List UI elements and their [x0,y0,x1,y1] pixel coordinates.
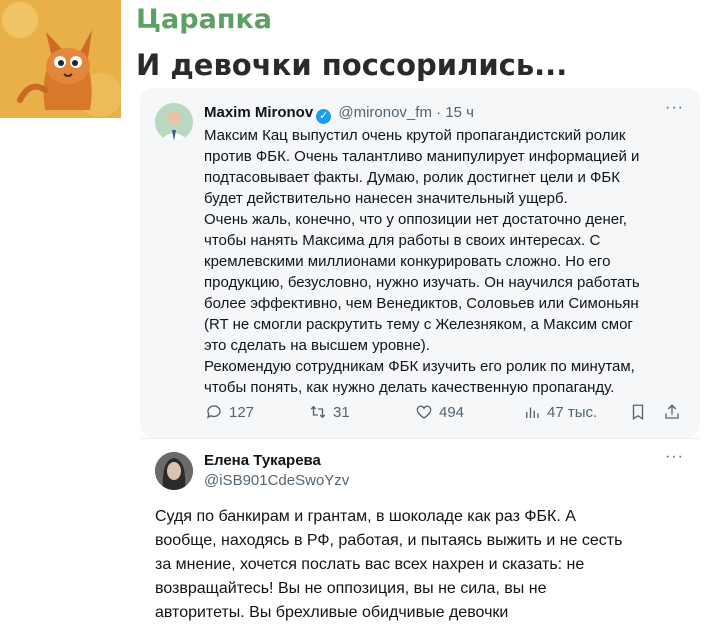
tweet-timestamp[interactable]: · 15 ч [436,104,474,121]
author-name[interactable]: Елена Тукарева [204,452,321,469]
channel-name[interactable]: Царапка [136,4,272,35]
reply-count: 127 [229,403,255,421]
person-photo-icon [155,103,193,141]
share-button[interactable] [663,403,681,421]
cat-illustration [0,0,121,118]
channel-avatar[interactable] [0,0,121,118]
retweet-icon [310,405,326,419]
share-icon [665,404,679,419]
person-photo-icon [155,452,193,490]
author-avatar[interactable] [155,452,193,490]
reply-icon [206,405,221,419]
post-title: И девочки поссорились... [136,48,568,82]
author-handle[interactable]: @iSB901CdeSwoYzv [204,472,349,489]
views-button[interactable]: 47 тыс. [523,403,597,421]
author-avatar[interactable] [155,103,193,141]
verified-badge-icon: ✓ [316,109,332,124]
author-name[interactable]: Maxim Mironov [204,104,313,121]
views-count: 47 тыс. [547,403,598,421]
bookmark-button[interactable] [629,403,647,421]
tweet-actions: 127 31 494 47 тыс. [205,403,685,427]
heart-icon [416,405,432,419]
reply-button[interactable]: 127 [205,403,254,421]
more-options-icon[interactable]: ··· [665,99,684,117]
bookmark-icon [632,404,644,421]
like-count: 494 [439,403,465,421]
more-options-icon[interactable]: ··· [665,448,684,466]
retweet-count: 31 [333,403,350,421]
like-button[interactable]: 494 [415,403,464,421]
views-chart-icon [526,407,539,418]
retweet-button[interactable]: 31 [309,403,350,421]
tweet-text: Максим Кац выпустил очень крутой пропага… [204,127,640,396]
divider [140,438,700,439]
tweet-text: Судя по банкирам и грантам, в шоколаде к… [155,508,623,621]
author-handle[interactable]: @mironov_fm [338,104,432,121]
